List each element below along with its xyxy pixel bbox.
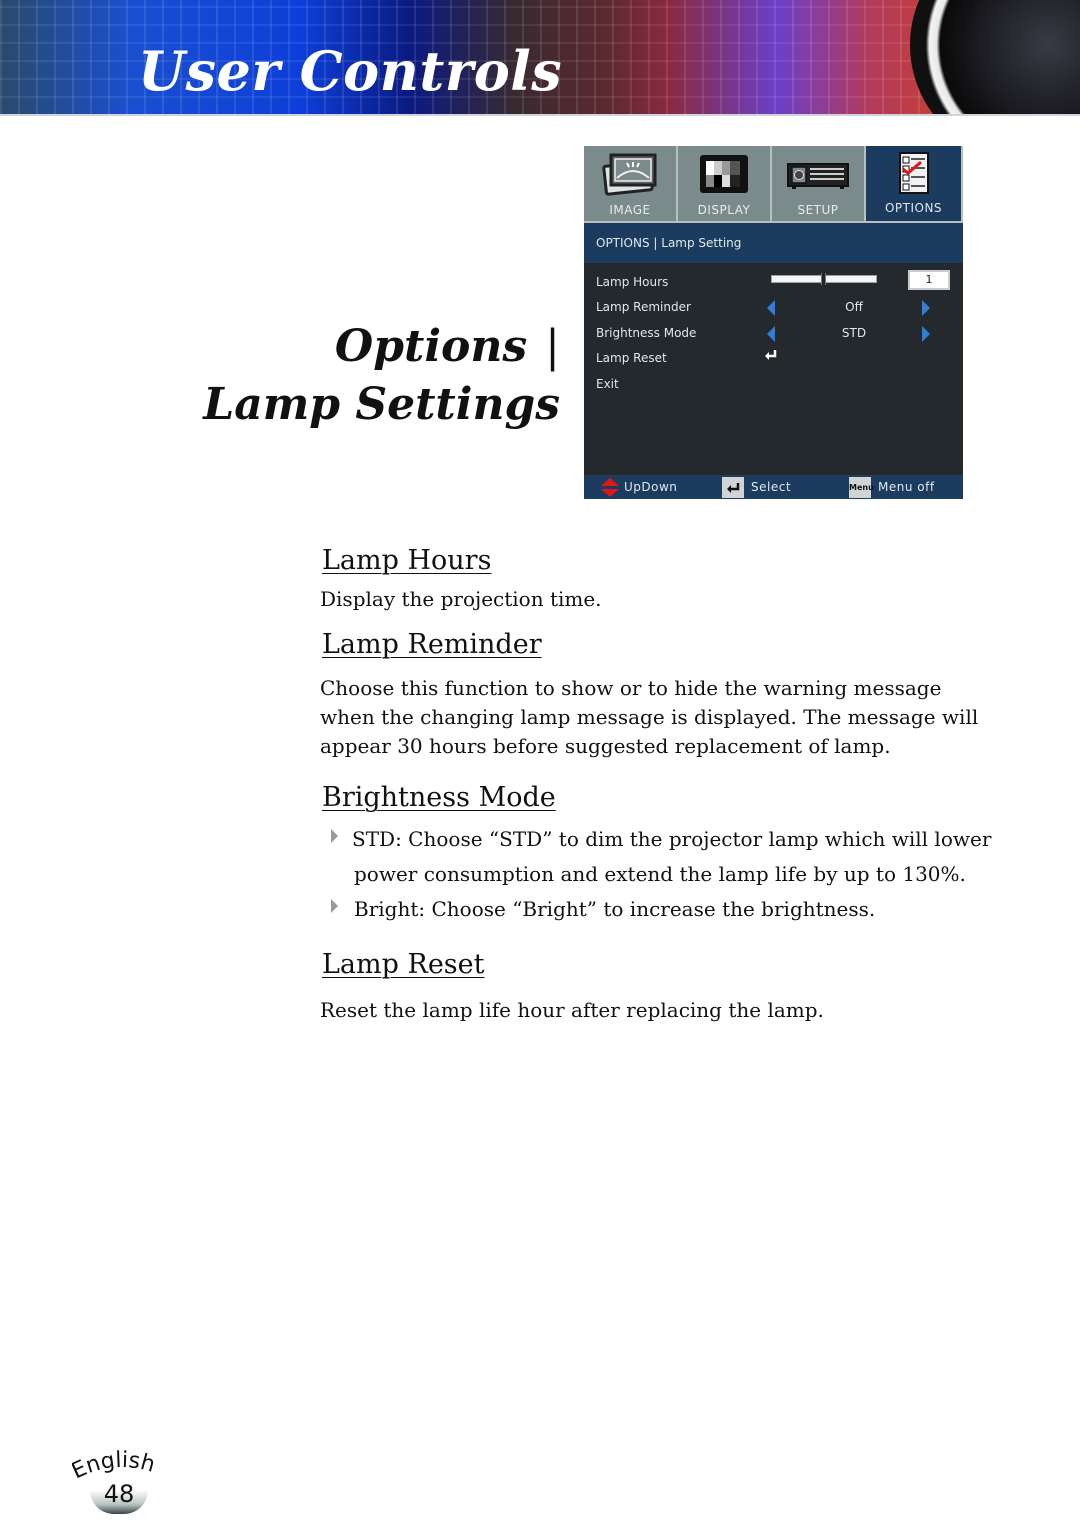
projector-icon bbox=[787, 163, 849, 189]
footer-select: Select bbox=[751, 480, 792, 494]
language-text: English bbox=[72, 1448, 158, 1484]
slider-thumb[interactable] bbox=[821, 273, 826, 285]
row-label: Lamp Reminder bbox=[596, 300, 691, 314]
tab-label: IMAGE bbox=[609, 203, 651, 217]
lamp-hours-description: Display the projection time. bbox=[320, 587, 602, 611]
svg-text:English: English bbox=[72, 1448, 158, 1484]
image-icon bbox=[602, 153, 657, 196]
display-icon bbox=[700, 155, 748, 193]
tab-label: DISPLAY bbox=[697, 203, 751, 217]
osd-breadcrumb: OPTIONS | Lamp Setting bbox=[584, 223, 963, 263]
text-line: power consumption and extend the lamp li… bbox=[354, 862, 966, 886]
lamp-reminder-description: Choose this function to show or to hide … bbox=[320, 674, 978, 761]
row-label: Lamp Reset bbox=[596, 351, 667, 365]
bullet-bright: Bright: Choose “Bright” to increase the … bbox=[354, 892, 875, 927]
chapter-title: User Controls bbox=[138, 39, 563, 103]
lamp-reminder-value: Off bbox=[845, 300, 863, 314]
heading-brightness-mode: Brightness Mode bbox=[322, 782, 556, 813]
menu-key-icon: Menu bbox=[849, 477, 874, 498]
heading-lamp-reset: Lamp Reset bbox=[322, 949, 485, 980]
page-number-badge: 48 bbox=[86, 1480, 152, 1514]
tab-options[interactable]: OPTIONS bbox=[866, 146, 963, 221]
updown-arrows-icon bbox=[601, 478, 619, 497]
bullet-std: STD: Choose “STD” to dim the projector l… bbox=[352, 822, 991, 892]
osd-menu: IMAGE DISPLAY SETUP OPTIONS OPTIONS | La… bbox=[584, 146, 963, 499]
text-line: appear 30 hours before suggested replace… bbox=[320, 734, 891, 758]
breadcrumb-text: OPTIONS | Lamp Setting bbox=[596, 236, 742, 250]
footer-menu-off: Menu off bbox=[878, 480, 935, 494]
text-line: Choose this function to show or to hide … bbox=[320, 676, 942, 700]
tab-label: OPTIONS bbox=[884, 201, 943, 215]
lamp-hours-value: 1 bbox=[908, 270, 950, 290]
row-lamp-reset[interactable]: Lamp Reset bbox=[584, 346, 963, 370]
section-title-separator: | bbox=[545, 321, 560, 372]
row-lamp-reminder[interactable]: Lamp Reminder Off bbox=[584, 295, 963, 319]
row-label: Exit bbox=[596, 377, 619, 391]
tab-image[interactable]: IMAGE bbox=[584, 146, 678, 221]
projector-lens-image bbox=[910, 0, 1080, 116]
section-title-line1: Options bbox=[334, 321, 528, 372]
arrow-left-icon[interactable] bbox=[767, 326, 775, 342]
bullet-arrow-icon bbox=[331, 899, 338, 913]
tab-label: SETUP bbox=[797, 203, 839, 217]
banner-divider bbox=[0, 114, 1080, 116]
brightness-mode-value: STD bbox=[841, 326, 867, 340]
heading-lamp-hours: Lamp Hours bbox=[322, 545, 492, 576]
row-exit[interactable]: Exit bbox=[584, 372, 963, 396]
page-number: 48 bbox=[103, 1480, 135, 1508]
lamp-hours-slider[interactable] bbox=[771, 273, 877, 285]
header-banner: User Controls bbox=[0, 0, 1080, 116]
checklist-icon bbox=[898, 152, 929, 194]
tab-setup[interactable]: SETUP bbox=[772, 146, 866, 221]
row-lamp-hours[interactable]: Lamp Hours 1 bbox=[584, 270, 963, 294]
arrow-left-icon[interactable] bbox=[767, 300, 775, 316]
heading-lamp-reminder: Lamp Reminder bbox=[322, 629, 542, 660]
arrow-right-icon[interactable] bbox=[922, 300, 930, 316]
section-title: Options | Lamp Settings bbox=[203, 318, 560, 434]
enter-icon[interactable] bbox=[764, 349, 778, 361]
bullet-arrow-icon bbox=[331, 829, 338, 843]
arrow-right-icon[interactable] bbox=[922, 326, 930, 342]
osd-footer: UpDown Select Menu Menu off bbox=[584, 475, 963, 499]
select-key-icon bbox=[722, 477, 744, 498]
footer-updown: UpDown bbox=[624, 480, 678, 494]
row-label: Lamp Hours bbox=[596, 275, 669, 289]
tab-display[interactable]: DISPLAY bbox=[678, 146, 772, 221]
text-line: when the changing lamp message is displa… bbox=[320, 705, 979, 729]
section-title-line2: Lamp Settings bbox=[203, 379, 560, 430]
text-line: STD: Choose “STD” to dim the projector l… bbox=[352, 827, 992, 851]
text-line: Bright: Choose “Bright” to increase the … bbox=[354, 897, 876, 921]
lamp-reset-description: Reset the lamp life hour after replacing… bbox=[320, 998, 824, 1022]
row-label: Brightness Mode bbox=[596, 326, 697, 340]
osd-tabs: IMAGE DISPLAY SETUP OPTIONS bbox=[584, 146, 963, 221]
row-brightness-mode[interactable]: Brightness Mode STD bbox=[584, 321, 963, 345]
